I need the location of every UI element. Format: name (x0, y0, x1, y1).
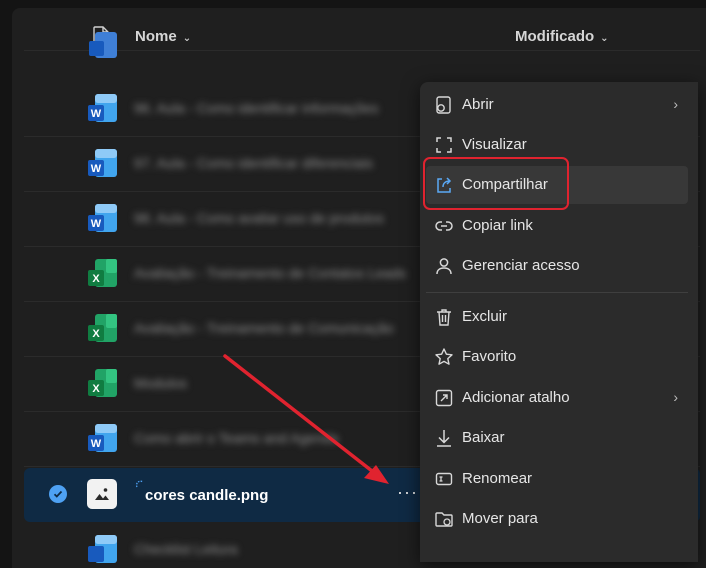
annotation-arrow (223, 354, 389, 484)
